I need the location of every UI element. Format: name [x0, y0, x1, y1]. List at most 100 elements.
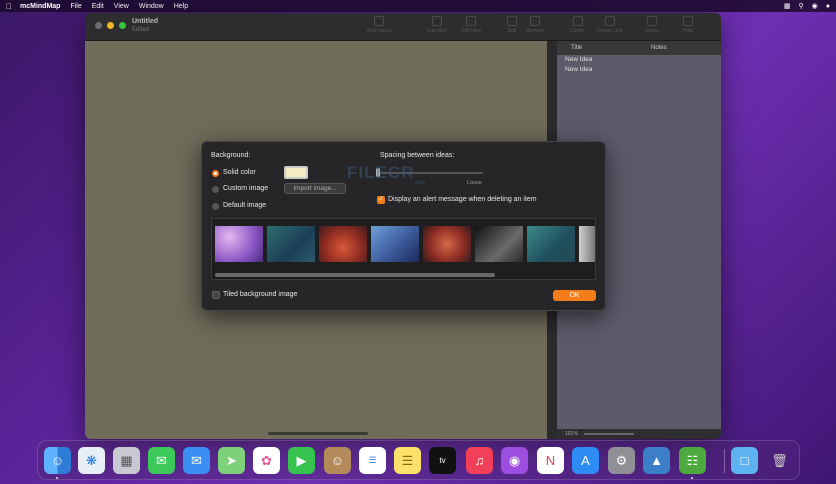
messages-icon[interactable]: ✉: [148, 447, 175, 474]
gallery-scrollbar[interactable]: [215, 273, 495, 277]
control-center-icon[interactable]: ▦: [784, 2, 791, 10]
menu-help[interactable]: Help: [174, 3, 188, 10]
menu-edit[interactable]: Edit: [92, 3, 104, 10]
window-controls: [95, 22, 126, 29]
solid-color-label: Solid color: [223, 169, 256, 176]
folder-icon[interactable]: □: [731, 447, 758, 474]
minimize-button[interactable]: [107, 22, 114, 29]
menu-app-name[interactable]: mcMindMap: [20, 3, 60, 10]
background-heading: Background:: [211, 152, 251, 159]
watermark-logo: FILECR: [347, 163, 415, 182]
finder-icon[interactable]: ☺: [44, 447, 71, 474]
news-icon[interactable]: N: [537, 447, 564, 474]
solid-color-swatch[interactable]: [284, 166, 308, 179]
reminders-icon[interactable]: ☰: [359, 447, 386, 474]
background-thumbnail[interactable]: [423, 226, 471, 262]
running-indicator: [691, 477, 693, 479]
apple-tv-label: tv: [439, 456, 446, 465]
zoom-button[interactable]: [119, 22, 126, 29]
apple-menu-icon[interactable]: : [4, 2, 14, 11]
menu-extras: ▦ ⚲ ◉ ●: [784, 0, 830, 12]
horizontal-scrollbar[interactable]: [268, 432, 368, 435]
mail-icon[interactable]: ✉: [183, 447, 210, 474]
zoom-level: 101%: [565, 431, 578, 437]
toolbar-label: Styles: [645, 28, 659, 34]
window-title: Untitled: [132, 18, 159, 25]
siri-icon[interactable]: ●: [826, 3, 830, 10]
close-button[interactable]: [95, 22, 102, 29]
toolbar-label: Edit: [507, 28, 517, 34]
system-preferences-icon[interactable]: ⚙: [608, 447, 635, 474]
notes-icon[interactable]: ☰: [394, 447, 421, 474]
background-thumbnail[interactable]: [319, 226, 367, 262]
facetime-icon[interactable]: ▶: [288, 447, 315, 474]
toolbar-center-button[interactable]: Center: [570, 16, 585, 34]
background-thumbnail[interactable]: [579, 226, 595, 262]
mcmindmap-icon[interactable]: ☷: [679, 447, 706, 474]
ok-button[interactable]: OK: [553, 290, 596, 301]
outline-column-title[interactable]: Title: [571, 45, 582, 51]
outline-header: Title Notes: [557, 41, 721, 55]
launchpad-icon[interactable]: ▦: [113, 447, 140, 474]
alert-checkbox-label: Display an alert message when deleting a…: [388, 196, 537, 203]
solid-color-radio[interactable]: [212, 170, 219, 177]
app-store-icon[interactable]: A: [572, 447, 599, 474]
toolbar-edit-button[interactable]: Edit: [507, 16, 517, 34]
toolbar-remove-button[interactable]: Remove: [526, 16, 545, 34]
toolbar-styles-button[interactable]: Styles: [645, 16, 659, 34]
toolbar-main-ideas-button[interactable]: Main Ideas: [367, 16, 391, 34]
toolbar-hide-button[interactable]: Hide: [683, 16, 693, 34]
toolbar-sub-idea-button[interactable]: Sub Idea: [427, 16, 447, 34]
alert-checkbox[interactable]: ✓: [377, 196, 385, 204]
background-thumbnail[interactable]: [215, 226, 263, 262]
pencil-icon: [507, 16, 517, 26]
altitude-icon[interactable]: ▲: [643, 447, 670, 474]
watermark-domain: .com: [414, 180, 425, 186]
outline-item[interactable]: New Idea: [565, 55, 721, 65]
maps-icon[interactable]: ➤: [218, 447, 245, 474]
spacing-max-label: Loose: [467, 180, 482, 186]
default-image-radio[interactable]: [212, 203, 219, 210]
link-icon: [604, 16, 615, 26]
background-thumbnail[interactable]: [527, 226, 575, 262]
search-icon[interactable]: ⚲: [799, 2, 804, 10]
toolbar-label: Create Link: [597, 28, 623, 34]
music-icon[interactable]: ♫: [466, 447, 493, 474]
contacts-icon[interactable]: ☺: [324, 447, 351, 474]
center-icon: [572, 16, 583, 26]
sub-idea-icon: [432, 16, 443, 26]
photos-icon[interactable]: ✿: [253, 447, 280, 474]
zoom-slider[interactable]: [583, 433, 634, 435]
title-bar: Untitled Edited Main Ideas Sub Idea Edit…: [85, 13, 721, 41]
outline-column-notes[interactable]: Notes: [651, 45, 667, 51]
menu-window[interactable]: Window: [139, 3, 164, 10]
safari-icon[interactable]: ❋: [78, 447, 105, 474]
background-image-gallery: [211, 218, 596, 280]
outline-item[interactable]: New Idea: [565, 65, 721, 75]
menu-file[interactable]: File: [70, 3, 81, 10]
toolbar-label: Remove: [526, 28, 545, 34]
custom-image-label: Custom image: [223, 185, 269, 192]
menu-view[interactable]: View: [114, 3, 129, 10]
dock: ☺ ❋ ▦ ✉ ✉ ➤ ✿ ▶ ☺ ☰ ☰ tv ♫ ◉ N A ⚙ ▲ ☷ □…: [37, 440, 800, 480]
custom-image-radio[interactable]: [212, 186, 219, 193]
user-icon[interactable]: ◉: [812, 2, 818, 10]
tiled-background-label: Tiled background image: [223, 291, 298, 298]
edit-idea-icon: [465, 16, 476, 26]
trash-icon[interactable]: 🗑: [766, 447, 793, 474]
trash-icon: [530, 16, 541, 26]
apple-tv-icon[interactable]: tv: [429, 447, 456, 474]
background-thumbnail[interactable]: [371, 226, 419, 262]
tiled-background-checkbox[interactable]: [212, 291, 220, 299]
toolbar-label: Center: [570, 28, 586, 34]
toolbar-create-link-button[interactable]: Create Link: [597, 16, 623, 34]
background-thumbnail[interactable]: [475, 226, 523, 262]
podcasts-icon[interactable]: ◉: [501, 447, 528, 474]
background-thumbnail[interactable]: [267, 226, 315, 262]
toolbar-edit-idea-button[interactable]: Edit Idea: [461, 16, 481, 34]
toolbar-label: Hide: [683, 28, 694, 34]
import-image-button[interactable]: Import image...: [284, 183, 346, 194]
main-ideas-icon: [374, 16, 385, 26]
window-subtitle: Edited: [132, 27, 150, 33]
default-image-label: Default image: [223, 202, 267, 209]
